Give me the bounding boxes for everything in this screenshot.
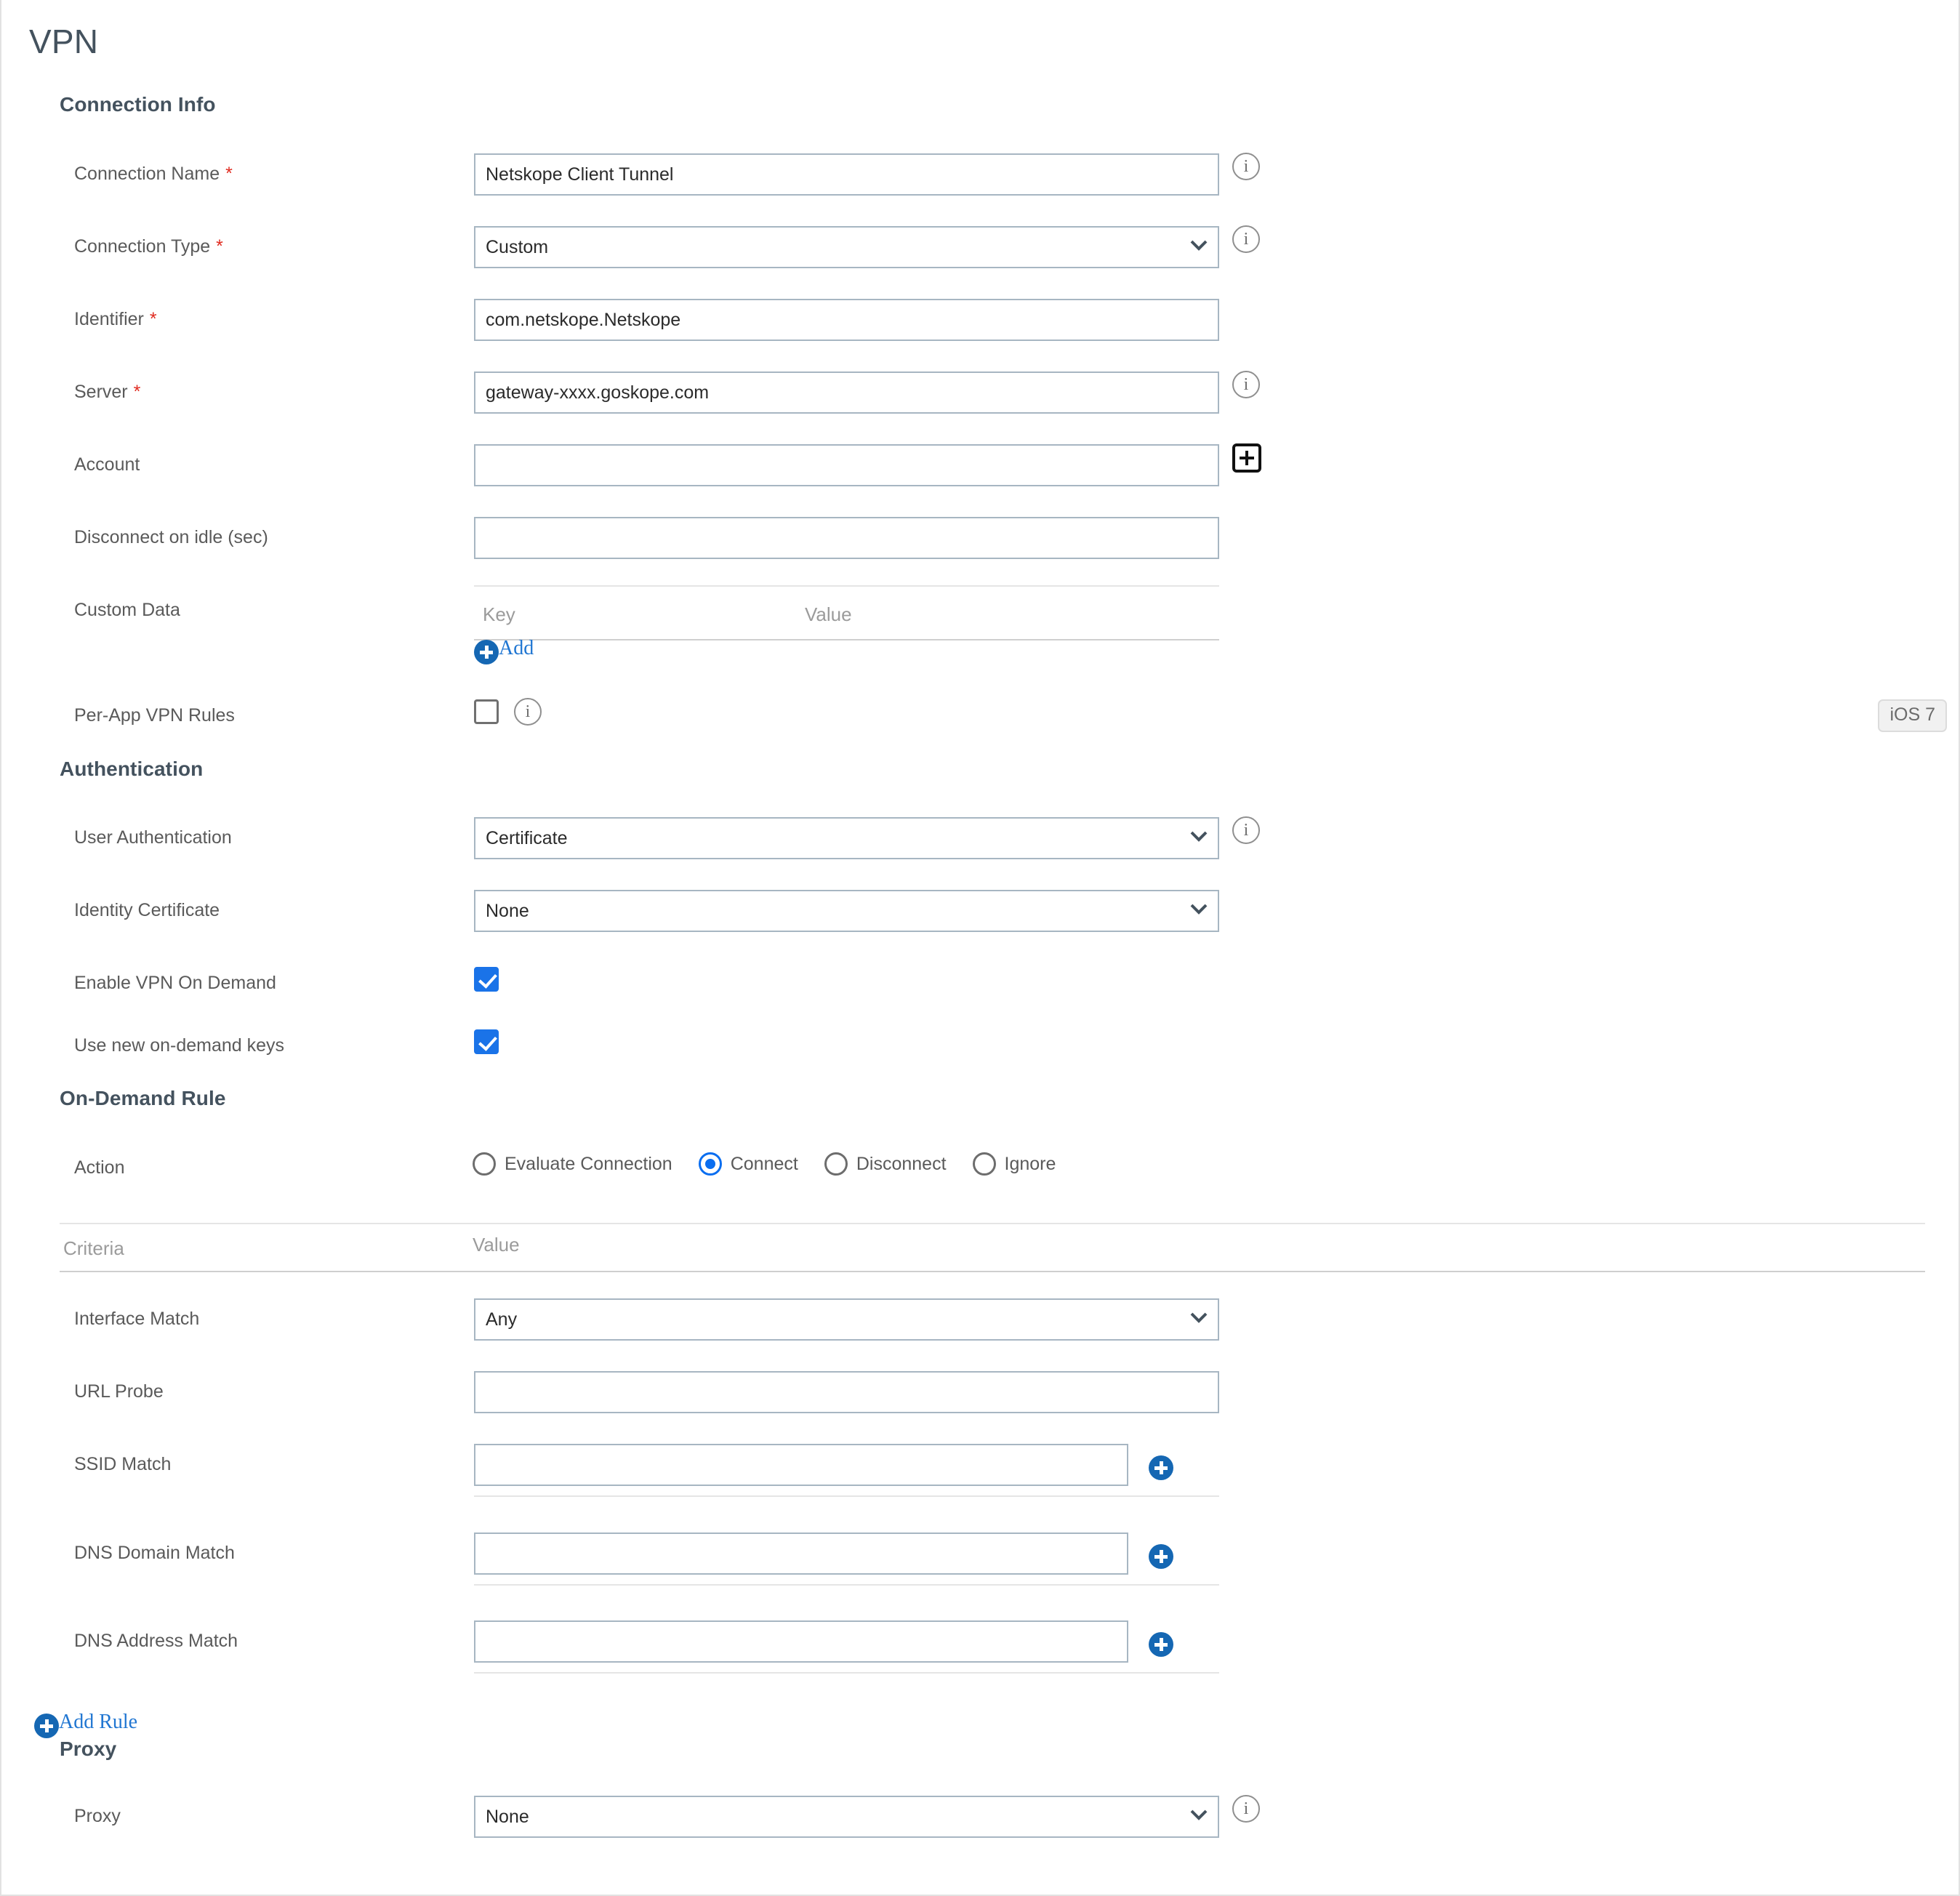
info-icon-proxy[interactable]: i	[1232, 1795, 1260, 1823]
connection-type-select[interactable]: Custom	[474, 226, 1219, 268]
label-connection-name-text: Connection Name	[74, 164, 220, 184]
label-custom-data: Custom Data	[74, 600, 180, 620]
value-column-header: Value	[473, 1234, 520, 1256]
custom-data-col-key: Key	[483, 603, 515, 625]
label-connection-name: Connection Name *	[74, 164, 233, 185]
vpn-settings-page: VPN Connection Info Connection Name* i C…	[0, 0, 1960, 1896]
label-interface-match: Interface Match	[74, 1309, 200, 1329]
use-new-on-demand-keys-checkbox[interactable]	[474, 1029, 499, 1054]
label-connection-type: Connection Type *	[74, 236, 223, 257]
info-icon-user-authentication[interactable]: i	[1232, 816, 1260, 844]
info-icon-connection-type[interactable]: i	[1232, 225, 1260, 253]
info-icon-server[interactable]: i	[1232, 371, 1260, 398]
add-custom-data-icon[interactable]	[474, 640, 499, 664]
dns-domain-match-divider	[474, 1584, 1219, 1586]
action-option-label-3: Ignore	[1004, 1153, 1056, 1174]
label-url-probe: URL Probe	[74, 1381, 164, 1402]
proxy-select[interactable]: None	[474, 1796, 1219, 1838]
radio-icon-ignore[interactable]	[972, 1152, 996, 1176]
dns-domain-match-input[interactable]	[474, 1533, 1128, 1575]
label-per-app-vpn-rules: Per-App VPN Rules	[74, 705, 235, 726]
enable-vpn-on-demand-checkbox[interactable]	[474, 967, 499, 992]
radio-icon-connect[interactable]	[698, 1152, 722, 1176]
label-identifier: Identifier *	[74, 309, 157, 330]
action-radio-group: Evaluate Connection Connect Disconnect I…	[473, 1152, 1082, 1176]
criteria-column-header: Criteria	[63, 1237, 124, 1259]
label-server: Server *	[74, 382, 140, 403]
custom-data-col-value: Value	[805, 603, 852, 625]
radio-icon-evaluate-connection[interactable]	[473, 1152, 496, 1176]
action-option-connect[interactable]: Connect	[698, 1152, 798, 1176]
add-ssid-match-icon[interactable]	[1149, 1455, 1173, 1480]
account-input[interactable]	[474, 444, 1219, 486]
radio-icon-disconnect[interactable]	[824, 1152, 848, 1176]
user-authentication-select[interactable]: Certificate	[474, 817, 1219, 859]
section-heading-connection-info: Connection Info	[60, 93, 216, 116]
action-option-evaluate-connection[interactable]: Evaluate Connection	[473, 1152, 672, 1176]
label-dns-domain-match: DNS Domain Match	[74, 1543, 235, 1563]
os-version-badge: iOS 7	[1878, 699, 1947, 732]
label-connection-type-text: Connection Type	[74, 236, 211, 257]
action-option-label-1: Connect	[730, 1153, 798, 1174]
proxy-value: None	[486, 1807, 529, 1827]
section-heading-authentication: Authentication	[60, 758, 204, 780]
criteria-table-divider-top	[60, 1223, 1925, 1224]
required-marker-connection-type: *	[216, 236, 223, 257]
add-custom-data-link[interactable]: Add	[499, 637, 534, 660]
dns-address-match-input[interactable]	[474, 1620, 1128, 1663]
label-dns-address-match: DNS Address Match	[74, 1631, 238, 1651]
page-title: VPN	[29, 23, 99, 60]
connection-type-value: Custom	[486, 237, 549, 257]
action-option-disconnect[interactable]: Disconnect	[824, 1152, 947, 1176]
interface-match-value: Any	[486, 1309, 518, 1330]
info-icon-connection-name[interactable]: i	[1232, 153, 1260, 180]
identifier-input[interactable]	[474, 299, 1219, 341]
criteria-table-divider-bottom	[60, 1271, 1925, 1272]
add-dns-address-match-icon[interactable]	[1149, 1632, 1173, 1657]
ssid-match-divider	[474, 1495, 1219, 1497]
label-server-text: Server	[74, 382, 128, 402]
label-disconnect-on-idle: Disconnect on idle (sec)	[74, 527, 268, 547]
label-identifier-text: Identifier	[74, 309, 144, 329]
label-ssid-match: SSID Match	[74, 1454, 172, 1474]
required-marker-connection-name: *	[225, 164, 233, 184]
identity-certificate-value: None	[486, 901, 529, 921]
info-icon-per-app-vpn-rules[interactable]: i	[514, 698, 542, 726]
label-proxy: Proxy	[74, 1806, 121, 1826]
required-marker-server: *	[133, 382, 141, 402]
add-account-icon[interactable]	[1232, 443, 1261, 473]
add-rule-link[interactable]: Add Rule	[59, 1711, 137, 1734]
dns-address-match-divider	[474, 1672, 1219, 1674]
connection-name-input[interactable]	[474, 153, 1219, 196]
action-option-label-0: Evaluate Connection	[505, 1153, 672, 1174]
action-option-ignore[interactable]: Ignore	[972, 1152, 1056, 1176]
label-identity-certificate: Identity Certificate	[74, 900, 220, 920]
label-action: Action	[74, 1157, 125, 1178]
action-option-label-2: Disconnect	[856, 1153, 947, 1174]
custom-data-divider-top	[474, 585, 1219, 587]
required-marker-identifier: *	[149, 309, 157, 329]
section-heading-proxy: Proxy	[60, 1738, 117, 1760]
server-input[interactable]	[474, 371, 1219, 414]
user-authentication-value: Certificate	[486, 828, 568, 848]
identity-certificate-select[interactable]: None	[474, 890, 1219, 932]
label-enable-vpn-on-demand: Enable VPN On Demand	[74, 973, 276, 993]
add-dns-domain-match-icon[interactable]	[1149, 1544, 1173, 1569]
interface-match-select[interactable]: Any	[474, 1298, 1219, 1341]
custom-data-divider-bottom	[474, 639, 1219, 640]
add-rule-icon[interactable]	[34, 1714, 59, 1738]
per-app-vpn-rules-checkbox[interactable]	[474, 699, 499, 724]
url-probe-input[interactable]	[474, 1371, 1219, 1413]
disconnect-on-idle-input[interactable]	[474, 517, 1219, 559]
label-user-authentication: User Authentication	[74, 827, 232, 848]
ssid-match-input[interactable]	[474, 1444, 1128, 1486]
section-heading-on-demand-rule: On-Demand Rule	[60, 1087, 226, 1109]
label-account: Account	[74, 454, 140, 475]
label-use-new-on-demand-keys: Use new on-demand keys	[74, 1035, 285, 1056]
